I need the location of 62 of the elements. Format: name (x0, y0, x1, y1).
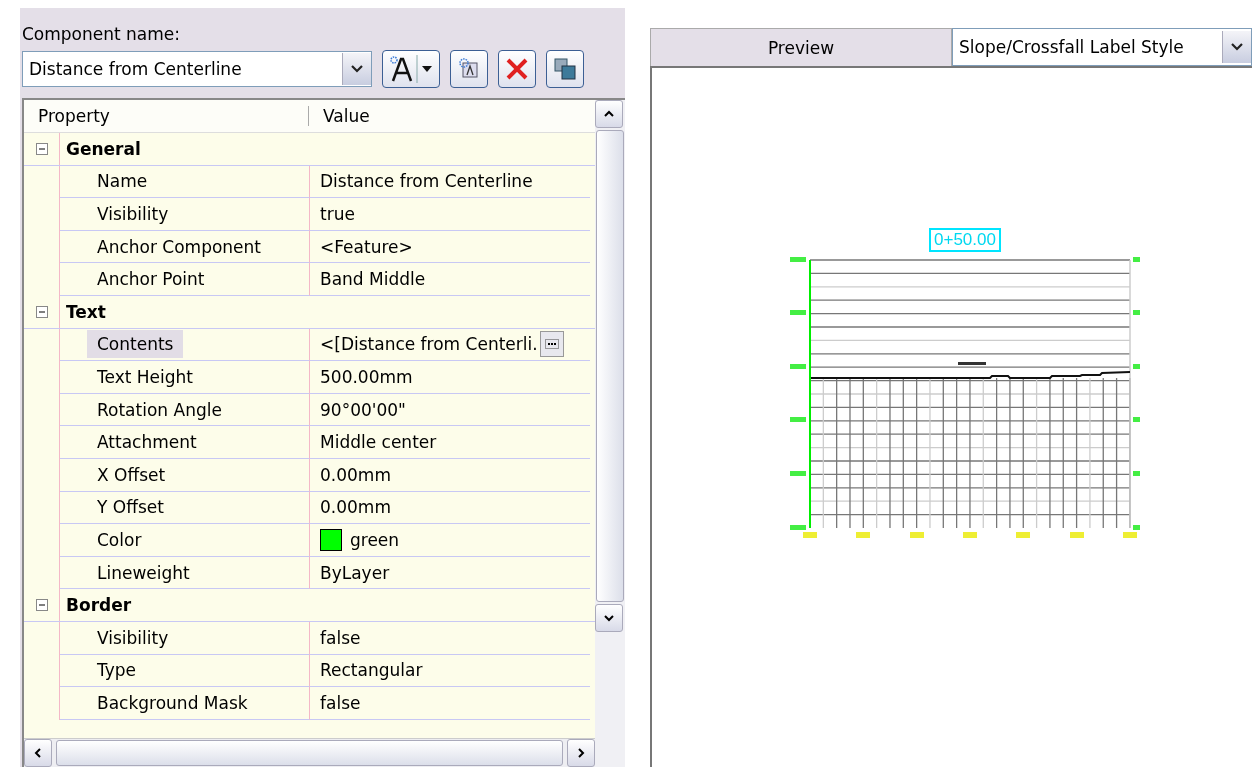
column-header[interactable]: Value (309, 106, 370, 126)
chevron-up-icon (603, 109, 615, 119)
property-name[interactable]: Attachment (60, 428, 207, 457)
property-value[interactable]: false (320, 627, 361, 648)
chevron-down-icon (603, 613, 615, 623)
property-name[interactable]: Y Offset (60, 493, 174, 522)
property-value[interactable]: true (320, 204, 355, 224)
component-name-dropdown[interactable]: Distance from Centerline (22, 51, 372, 87)
property-name[interactable]: Type (60, 656, 147, 685)
property-name[interactable]: Background Mask (60, 688, 258, 717)
property-value[interactable]: 90°00'00" (320, 399, 406, 420)
station-label: 0+50.00 (929, 228, 1001, 252)
property-name[interactable]: X Offset (60, 460, 176, 489)
collapse-icon[interactable] (35, 305, 48, 318)
scroll-left-button[interactable] (24, 739, 52, 767)
category-label[interactable]: Text (60, 301, 106, 322)
property-value[interactable]: 0.00mm (320, 497, 391, 518)
property-name[interactable]: Anchor Component (60, 232, 271, 261)
property-name[interactable]: Rotation Angle (60, 395, 232, 424)
scroll-up-button[interactable] (595, 100, 623, 128)
chevron-left-icon (33, 747, 43, 759)
component-copy-button[interactable] (450, 50, 488, 88)
property-value[interactable]: 0.00mm (320, 464, 391, 485)
collapse-icon[interactable] (35, 142, 48, 155)
property-value[interactable]: green (350, 529, 400, 550)
property-value[interactable]: false (320, 692, 361, 713)
chevron-right-icon (576, 747, 586, 759)
ellipsis-button[interactable] (539, 331, 564, 358)
column-header[interactable]: Property (24, 106, 309, 126)
component-name-label: Component name: (22, 24, 182, 44)
component-order-button[interactable] (546, 50, 584, 88)
property-name[interactable]: Visibility (60, 623, 179, 652)
property-name[interactable]: Lineweight (60, 558, 200, 587)
category-label[interactable]: Border (60, 595, 132, 616)
text-component-button[interactable] (382, 50, 440, 88)
collapse-icon[interactable] (35, 599, 48, 612)
scroll-down-button[interactable] (595, 604, 623, 632)
close-icon (504, 56, 530, 82)
property-name[interactable]: Text Height (60, 362, 203, 391)
overlapping-squares-icon (552, 56, 578, 82)
scrollbar-thumb[interactable] (596, 130, 624, 602)
property-name[interactable]: Contents (87, 330, 184, 359)
property-name[interactable]: Name (60, 167, 158, 196)
category-label[interactable]: General (60, 138, 141, 159)
property-name[interactable]: Anchor Point (60, 265, 215, 294)
property-value[interactable]: <[Distance from Centerli. (320, 334, 538, 355)
scroll-right-button[interactable] (567, 739, 595, 767)
property-value[interactable]: Band Middle (320, 269, 426, 290)
label-style-dropdown[interactable]: Slope/Crossfall Label Style (952, 28, 1252, 66)
property-value[interactable]: 500.00mm (320, 366, 413, 387)
property-name[interactable]: Visibility (60, 200, 179, 228)
delete-button[interactable] (498, 50, 536, 88)
property-value[interactable]: <Feature> (320, 236, 413, 257)
property-value[interactable]: Rectangular (320, 660, 423, 681)
property-value[interactable]: Distance from Centerline (320, 171, 533, 192)
property-value[interactable]: Middle center (320, 432, 437, 453)
property-name[interactable]: Color (60, 525, 152, 554)
ellipsis-icon (544, 339, 559, 350)
property-value[interactable]: ByLayer (320, 562, 390, 583)
chevron-down-icon (350, 64, 364, 74)
chevron-down-icon (1230, 42, 1244, 52)
scrollbar-thumb[interactable] (56, 740, 563, 766)
